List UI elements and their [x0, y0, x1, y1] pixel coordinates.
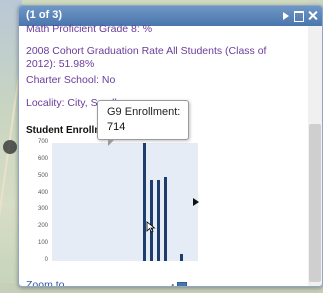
mouse-cursor-icon	[146, 221, 156, 233]
popup-scrollbar[interactable]	[308, 26, 322, 286]
chart-bar[interactable]	[164, 176, 167, 261]
close-icon[interactable]	[307, 10, 318, 21]
y-tick-label: 100	[37, 240, 48, 247]
next-record-icon[interactable]	[280, 10, 291, 21]
zoom-to-link[interactable]: Zoom to	[26, 279, 65, 286]
tooltip-value: 714	[107, 121, 126, 133]
chart-bar[interactable]	[157, 180, 160, 261]
chart-bar[interactable]	[143, 143, 146, 261]
y-tick-label: 600	[37, 155, 48, 162]
tooltip-label: G9 Enrollment:	[107, 106, 181, 118]
y-tick-label: 300	[37, 206, 48, 213]
field-charter-school: Charter School: No	[26, 74, 116, 86]
info-popup: (1 of 3) Math Proficient Grade 8: % 2008…	[18, 5, 323, 287]
y-tick-label: 500	[37, 172, 48, 179]
y-tick-label: 200	[37, 223, 48, 230]
map-marker-icon[interactable]	[3, 140, 17, 154]
y-tick-label: 0	[44, 257, 48, 263]
field-graduation-rate: 2008 Cohort Graduation Rate All Students…	[26, 45, 267, 70]
chart-bar[interactable]	[180, 254, 183, 261]
enrollment-chart: 700 600 500 400 300 200 100 0	[26, 139, 198, 269]
chart-plot-area	[52, 143, 198, 261]
popup-content: Math Proficient Grade 8: % 2008 Cohort G…	[19, 23, 308, 286]
chart-page-number: 4	[170, 283, 174, 286]
next-chart-icon[interactable]	[193, 198, 199, 206]
field-math-proficient: Math Proficient Grade 8: %	[26, 23, 153, 35]
chart-tooltip: G9 Enrollment: 714	[97, 100, 189, 146]
popup-title: (1 of 3)	[26, 9, 63, 21]
y-tick-label: 400	[37, 189, 48, 196]
maximize-icon[interactable]	[293, 10, 304, 22]
chart-type-icon[interactable]	[177, 282, 187, 286]
y-tick-label: 700	[37, 139, 48, 145]
scrollbar-thumb[interactable]	[309, 124, 321, 282]
